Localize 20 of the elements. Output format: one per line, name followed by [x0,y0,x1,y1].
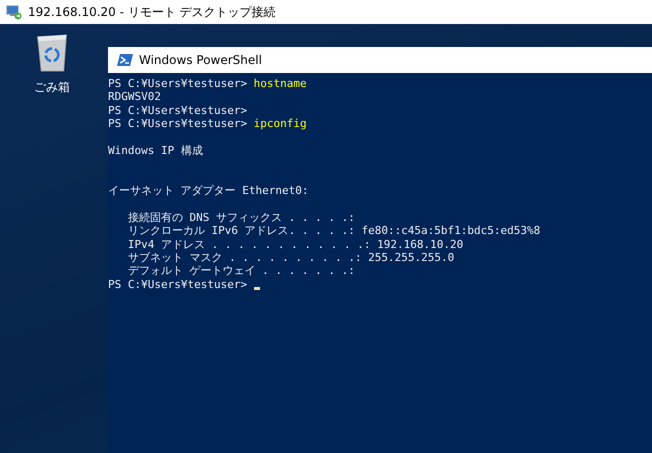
console-prompt: PS C:¥Users¥testuser> [108,104,248,118]
console-output: イーサネット アダプター Ethernet0: [108,184,308,198]
trash-bin-icon[interactable] [34,33,70,73]
console-output: IPv4 アドレス . . . . . . . . . . . .: 192.168.10.20 [126,238,464,252]
console-output: サブネット マスク . . . . . . . . . .: 255.255.255.0 [126,251,454,264]
console-output: リンクローカル IPv6 アドレス. . . . .: fe80::c45a:5bf1:bdc5:ed53%8 [126,224,540,238]
console-title: Windows PowerShell [139,53,262,67]
console-prompt: PS C:¥Users¥testuser> [108,278,248,292]
console-output: Windows IP 構成 [108,144,203,158]
console-prompt: PS C:¥Users¥testuser> [108,77,248,90]
console-prompt: PS C:¥Users¥testuser> [108,117,248,131]
console-output: RDGWSV02 [108,90,161,104]
window-title: 192.168.10.20 - リモート デスクトップ接続 [28,4,276,20]
console-command: hostname [254,77,307,90]
console-output: デフォルト ゲートウェイ . . . . . . .: [126,264,355,278]
remote-desktop-icon [6,4,22,20]
console-command: ipconfig [254,117,307,131]
desktop-icon-label[interactable]: ごみ箱 [34,79,70,96]
powershell-icon [117,53,133,67]
console-output: 接続固有の DNS サフィックス . . . . .: [126,210,355,224]
